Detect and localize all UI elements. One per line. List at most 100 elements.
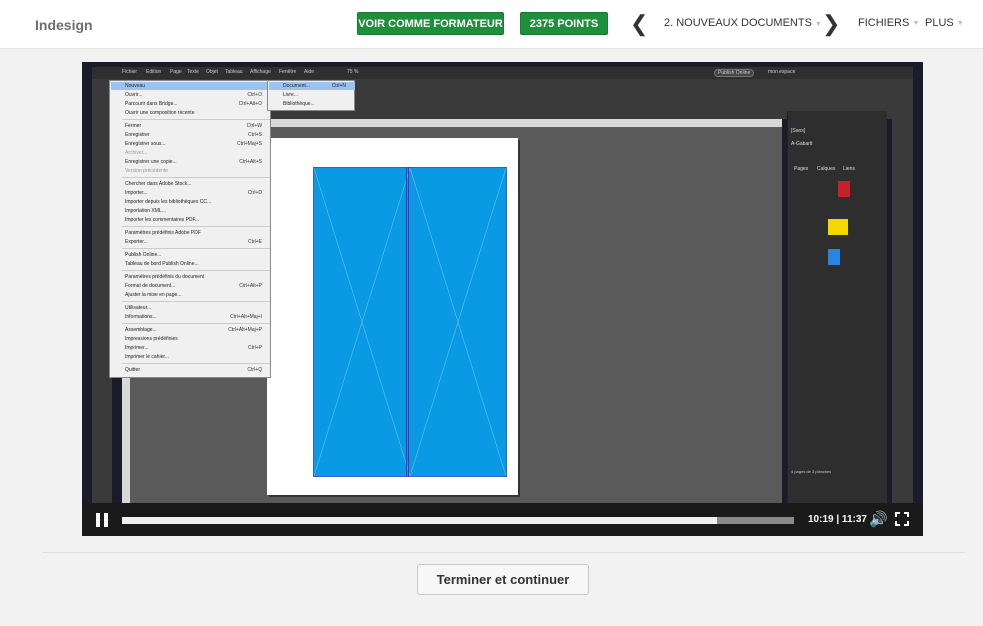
video-player[interactable]: Fichier Edition Page Texte Objet Tableau… bbox=[82, 62, 923, 536]
volume-icon[interactable]: 🔊 bbox=[869, 512, 888, 527]
menu-item: Imprimer... bbox=[125, 345, 149, 351]
chapter-label: 2. NOUVEAUX DOCUMENTS bbox=[664, 17, 812, 29]
menu-item: Ouvrir une composition récente bbox=[125, 110, 195, 116]
fs-corner bbox=[904, 521, 909, 526]
menubar-item: Objet bbox=[206, 69, 218, 75]
menu-shortcut: Ctrl+Alt+Maj+I bbox=[230, 314, 262, 320]
new-submenu: Document... Ctrl+N Livre... Bibliothèque.… bbox=[267, 80, 355, 111]
menu-item: Tableau de bord Publish Online... bbox=[125, 261, 199, 267]
fs-corner bbox=[895, 512, 900, 517]
menu-item: Impressions prédéfinies bbox=[125, 336, 178, 342]
frame-cross-lines bbox=[314, 168, 506, 476]
menu-item: Paramètres prédéfinis du document bbox=[125, 274, 205, 280]
menu-item: Paramètres prédéfinis Adobe PDF bbox=[125, 230, 201, 236]
blue-frame bbox=[313, 167, 507, 477]
panel-icons-column bbox=[892, 111, 913, 509]
menubar-item: Fenêtre bbox=[279, 69, 297, 75]
chevron-down-icon: ▼ bbox=[814, 21, 822, 28]
panel-status: 4 pages de 3 planches bbox=[791, 469, 832, 474]
menu-item: Exporter... bbox=[125, 239, 148, 245]
menu-shortcut: Ctrl+Alt+Maj+P bbox=[228, 327, 262, 333]
menu-item: Publish Online... bbox=[125, 252, 162, 258]
menu-shortcut: Ctrl+Alt+P bbox=[239, 283, 262, 289]
points-button[interactable]: 2375 POINTS bbox=[520, 12, 608, 35]
menu-item: Importer les commentaires PDF... bbox=[125, 217, 200, 223]
submenu-item: Document... bbox=[283, 83, 310, 89]
next-lesson-chevron-icon[interactable]: ❯ bbox=[822, 13, 840, 35]
menubar-item: Aide bbox=[304, 69, 315, 75]
divider bbox=[42, 552, 965, 553]
finish-continue-button[interactable]: Terminer et continuer bbox=[417, 564, 589, 595]
menu-item: Utilisateur... bbox=[125, 305, 152, 311]
menubar-item: Edition bbox=[146, 69, 162, 75]
menu-item: Parcourir dans Bridge... bbox=[125, 101, 178, 107]
menu-separator bbox=[122, 226, 270, 227]
menu-separator bbox=[122, 177, 270, 178]
files-menu-label: FICHIERS bbox=[858, 17, 910, 29]
menu-item: Format de document... bbox=[125, 283, 176, 289]
menu-item: Enregistrer sous... bbox=[125, 141, 166, 147]
fullscreen-icon[interactable] bbox=[895, 512, 909, 526]
menu-shortcut: Ctrl+O bbox=[247, 92, 262, 98]
more-menu[interactable]: PLUS ▼ bbox=[925, 17, 964, 29]
menu-item: Importer depuis les bibliothèques CC... bbox=[125, 199, 212, 205]
panel-tab: Calques bbox=[817, 166, 836, 172]
menu-separator bbox=[122, 363, 270, 364]
top-bar: Indesign VOIR COMME FORMATEUR 2375 POINT… bbox=[0, 0, 983, 49]
pages-panel: Pages Calques Liens [Sans] A-Gabarit 4 p… bbox=[787, 111, 887, 509]
menubar-item: Affichage bbox=[250, 69, 271, 75]
submenu-item: Livre... bbox=[283, 92, 299, 98]
menubar-item: Texte bbox=[187, 69, 199, 75]
menu-item: Informations... bbox=[125, 314, 157, 320]
view-as-trainer-button[interactable]: VOIR COMME FORMATEUR bbox=[357, 12, 504, 35]
menu-item: Nouveau bbox=[125, 83, 146, 89]
menu-item: Archiver... bbox=[125, 150, 148, 156]
menu-shortcut: Ctrl+E bbox=[247, 239, 262, 245]
menubar-item: Page bbox=[170, 69, 182, 75]
menu-separator bbox=[122, 301, 270, 302]
menu-shortcut: Ctrl+Alt+S bbox=[239, 159, 262, 165]
submenu-item: Bibliothèque... bbox=[283, 101, 315, 107]
chevron-down-icon: ▼ bbox=[956, 19, 964, 27]
fs-corner bbox=[895, 521, 900, 526]
submenu-shortcut: Ctrl+N bbox=[331, 83, 346, 89]
previous-lesson-chevron-icon[interactable]: ❮ bbox=[630, 13, 648, 35]
file-menu-dropdown: Nouveau Ouvrir... Ctrl+O Parcourir dans B… bbox=[109, 80, 271, 378]
menu-shortcut: Ctrl+P bbox=[247, 345, 262, 351]
page-thumbnail bbox=[828, 249, 840, 265]
menu-shortcut: Ctrl+S bbox=[247, 132, 262, 138]
progress-bar[interactable] bbox=[122, 517, 794, 524]
menu-item: Ajuster la mise en page... bbox=[125, 292, 182, 298]
time-display: 10:19 | 11:37 bbox=[808, 514, 867, 525]
menu-separator bbox=[122, 270, 270, 271]
chapter-dropdown[interactable]: 2. NOUVEAUX DOCUMENTS ▼ bbox=[664, 17, 822, 29]
more-menu-label: PLUS bbox=[925, 17, 954, 29]
panel-tab: Pages bbox=[794, 166, 809, 172]
menu-item: Fermer bbox=[125, 123, 142, 129]
menu-item: Imprimer le cahier... bbox=[125, 354, 169, 360]
panel-none-label: [Sans] bbox=[791, 128, 806, 134]
menu-separator bbox=[122, 323, 270, 324]
page-thumbnail bbox=[838, 181, 850, 197]
pause-icon[interactable] bbox=[96, 513, 110, 527]
menu-shortcut: Ctrl+W bbox=[246, 123, 262, 129]
menu-item: Quitter bbox=[125, 367, 141, 373]
pause-bar bbox=[96, 513, 100, 527]
menu-separator bbox=[122, 248, 270, 249]
menu-shortcut: Ctrl+Maj+S bbox=[236, 141, 262, 147]
menubar-item: Tableau bbox=[225, 69, 243, 75]
menu-shortcut: Ctrl+Q bbox=[247, 367, 262, 373]
menubar-item: Fichier bbox=[122, 69, 138, 75]
menu-item: Chercher dans Adobe Stock... bbox=[125, 181, 192, 187]
panel-master-label: A-Gabarit bbox=[791, 141, 813, 147]
zoom-level: 75 % bbox=[347, 69, 359, 75]
menu-item: Enregistrer une copie... bbox=[125, 159, 177, 165]
files-menu[interactable]: FICHIERS ▼ bbox=[858, 17, 919, 29]
menu-shortcut: Ctrl+Alt+O bbox=[238, 101, 262, 107]
panel-tab: Liens bbox=[843, 166, 855, 172]
menu-item: Enregistrer bbox=[125, 132, 150, 138]
course-title[interactable]: Indesign bbox=[35, 17, 93, 33]
workspace-label: mon espace bbox=[768, 69, 796, 75]
player-controls: 10:19 | 11:37 🔊 bbox=[82, 503, 923, 536]
menu-item: Importer... bbox=[125, 190, 148, 196]
